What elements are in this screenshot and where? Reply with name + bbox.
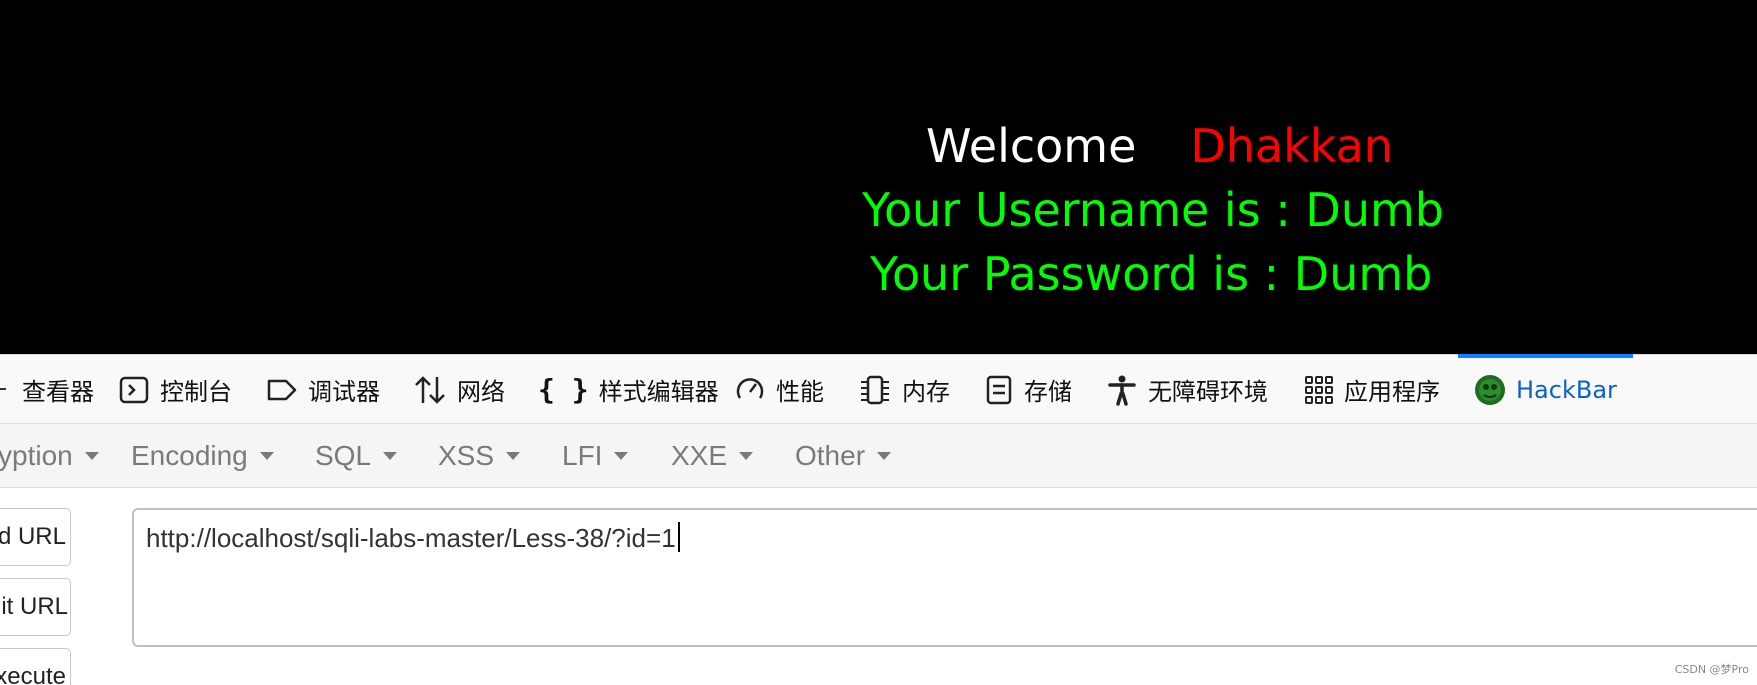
- tab-performance[interactable]: 性能: [734, 355, 824, 424]
- memory-chip-icon: [858, 373, 892, 407]
- menu-label: SQL: [315, 440, 372, 471]
- username-line: Your Username is : Dumb: [862, 183, 1445, 237]
- split-url-button[interactable]: plit URL: [0, 578, 71, 636]
- tab-accessibility[interactable]: 无障碍环境: [1106, 355, 1268, 424]
- braces-icon: { }: [538, 373, 589, 406]
- button-label: oad URL: [0, 523, 66, 550]
- tab-label: 查看器: [22, 378, 94, 406]
- url-value: http://localhost/sqli-labs-master/Less-3…: [146, 523, 676, 553]
- tab-label: 存储: [1024, 378, 1072, 406]
- chevron-down-icon: [877, 452, 892, 460]
- accessibility-icon: [1106, 374, 1138, 406]
- gauge-icon: [734, 374, 766, 406]
- chevron-down-icon: [506, 452, 521, 460]
- load-url-button[interactable]: oad URL: [0, 508, 71, 566]
- debugger-icon: [266, 374, 298, 406]
- encryption-menu[interactable]: yption: [0, 424, 99, 488]
- console-icon: [118, 374, 150, 406]
- web-page-content: Welcome Dhakkan Your Username is : Dumb Y…: [0, 0, 1757, 354]
- menu-label: Other: [795, 440, 866, 471]
- text-cursor: [677, 522, 680, 552]
- chevron-down-icon: [739, 452, 754, 460]
- button-label: xecute: [0, 663, 66, 685]
- xxe-menu[interactable]: XXE: [671, 424, 754, 488]
- menu-label: Encoding: [131, 440, 248, 471]
- browser-window: Welcome Dhakkan Your Username is : Dumb Y…: [0, 0, 1757, 685]
- welcome-line: Welcome Dhakkan: [926, 116, 1393, 176]
- tab-network[interactable]: 网络: [413, 355, 505, 424]
- menu-label: XXE: [671, 440, 728, 471]
- welcome-text: Welcome: [926, 119, 1137, 173]
- tab-label: 样式编辑器: [598, 378, 719, 406]
- storage-icon: [984, 374, 1014, 406]
- lfi-menu[interactable]: LFI: [562, 424, 629, 488]
- clipped-icon-fragment: [0, 388, 6, 390]
- tab-label: 无障碍环境: [1148, 378, 1268, 406]
- xss-menu[interactable]: XSS: [438, 424, 521, 488]
- tab-label: 性能: [776, 378, 824, 406]
- encoding-menu[interactable]: Encoding: [131, 424, 274, 488]
- password-line: Your Password is : Dumb: [870, 247, 1433, 301]
- tab-memory[interactable]: 内存: [858, 355, 950, 424]
- tab-label: 内存: [902, 378, 950, 406]
- hackbar-body: oad URL plit URL xecute http://localhost…: [0, 488, 1757, 685]
- tab-hackbar[interactable]: HackBar: [1458, 354, 1633, 424]
- chevron-down-icon: [383, 452, 398, 460]
- tab-inspector[interactable]: 查看器: [22, 355, 94, 424]
- user-name-text: Dhakkan: [1190, 119, 1393, 173]
- network-arrows-icon: [413, 373, 447, 407]
- sql-menu[interactable]: SQL: [315, 424, 398, 488]
- tab-storage[interactable]: 存储: [984, 355, 1072, 424]
- hackbar-toolbar: yption Encoding SQL XSS LFI XXE Other: [0, 424, 1757, 488]
- grid-icon: [1304, 375, 1334, 405]
- url-textarea[interactable]: http://localhost/sqli-labs-master/Less-3…: [132, 508, 1757, 647]
- tab-style-editor[interactable]: { } 样式编辑器: [538, 355, 719, 424]
- chevron-down-icon: [259, 452, 274, 460]
- other-menu[interactable]: Other: [795, 424, 892, 488]
- button-label: plit URL: [0, 593, 68, 620]
- chevron-down-icon: [614, 452, 629, 460]
- menu-label: yption: [0, 440, 73, 471]
- tab-debugger[interactable]: 调试器: [266, 355, 380, 424]
- menu-label: XSS: [438, 440, 495, 471]
- tab-label: 调试器: [308, 378, 380, 406]
- tab-label: HackBar: [1516, 375, 1617, 404]
- menu-label: LFI: [562, 440, 603, 471]
- devtools-tab-bar: 查看器 控制台 调试器 网络 { } 样式编辑器 性能 内存 存储 无障碍环境 …: [0, 354, 1757, 424]
- hackbar-logo-icon: [1474, 374, 1506, 406]
- execute-button[interactable]: xecute: [0, 648, 71, 685]
- tab-console[interactable]: 控制台: [118, 355, 232, 424]
- tab-label: 控制台: [160, 378, 232, 406]
- chevron-down-icon: [84, 452, 99, 460]
- tab-label: 网络: [457, 378, 505, 406]
- tab-label: 应用程序: [1344, 378, 1440, 406]
- watermark: CSDN @梦Pro: [1674, 663, 1749, 676]
- tab-application[interactable]: 应用程序: [1304, 355, 1440, 424]
